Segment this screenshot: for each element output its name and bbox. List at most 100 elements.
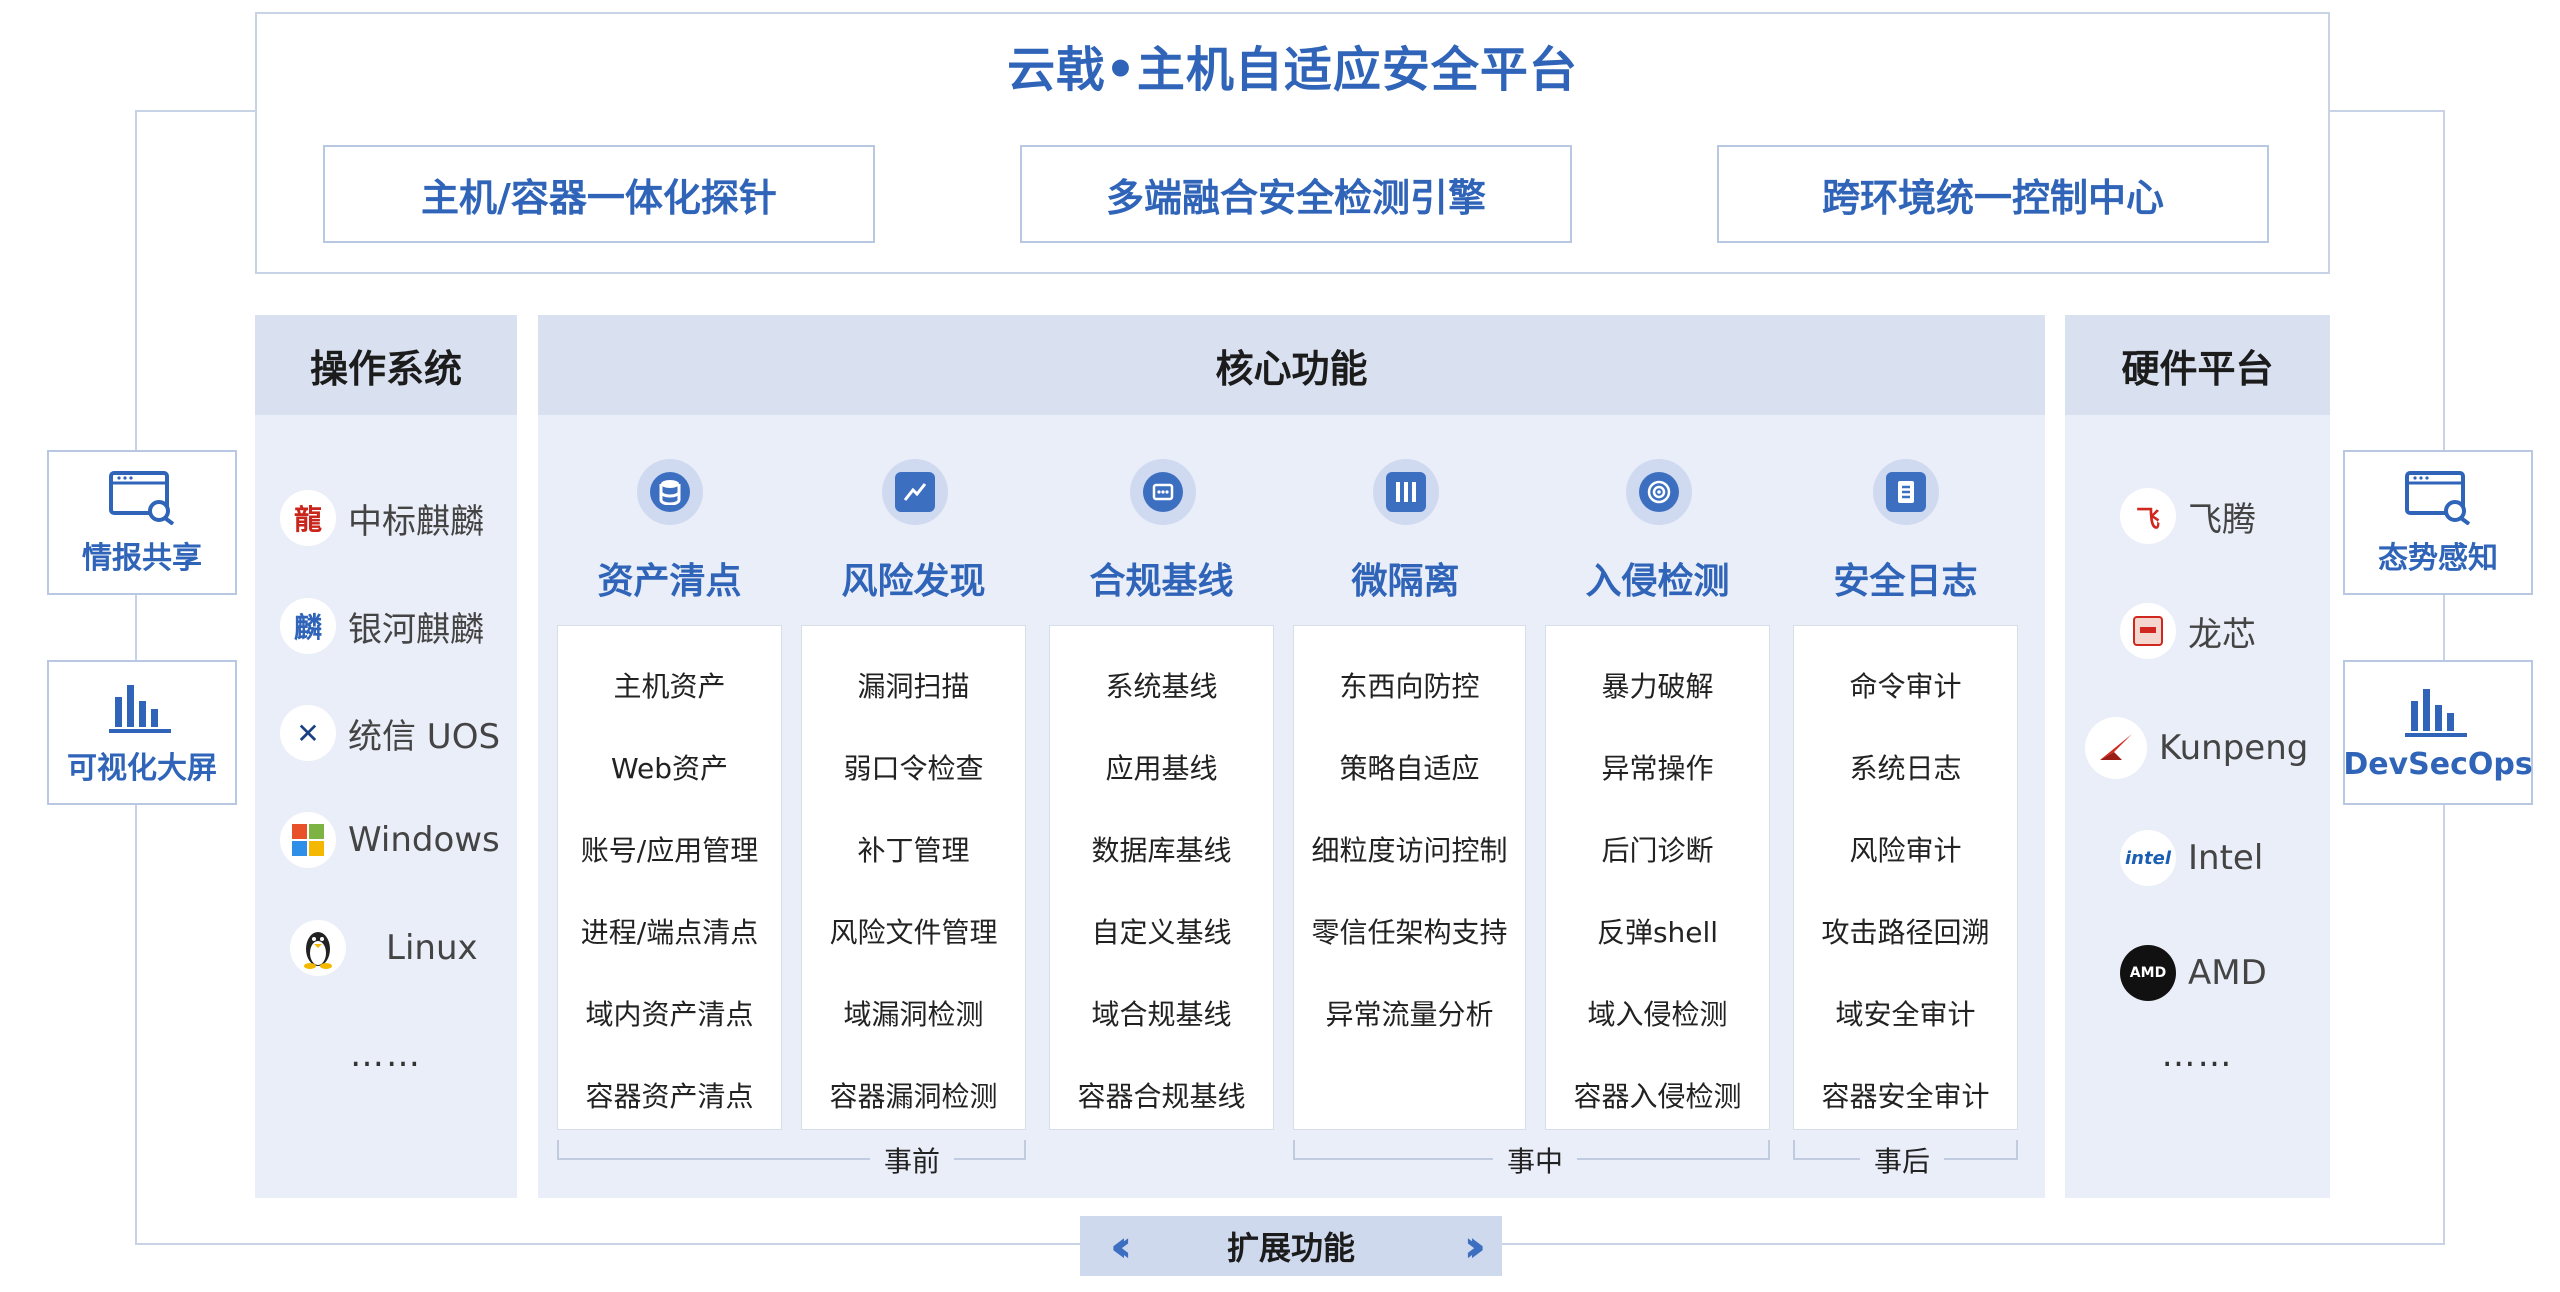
feature-item: 主机资产 (613, 670, 726, 703)
monitor-search-icon (2405, 470, 2471, 525)
intel-sharing-box: 情报共享 (47, 450, 237, 595)
database-icon (637, 459, 703, 525)
uos-logo-icon: ✕ (280, 705, 336, 761)
phase-after-label: 事后 (1860, 1140, 1945, 1180)
hardware-item: Kunpeng (2085, 717, 2308, 779)
hardware-item-label: Kunpeng (2159, 728, 2309, 768)
bar-chart-icon (2405, 689, 2467, 737)
linux-penguin-icon (290, 920, 346, 976)
feature-item: 域内资产清点 (585, 998, 754, 1031)
feature-item: 域入侵检测 (1587, 998, 1728, 1031)
firewall-bars-icon (1373, 459, 1439, 525)
situation-awareness-label: 态势感知 (2378, 540, 2498, 576)
intel-sharing-label: 情报共享 (82, 540, 202, 576)
feature-item: 策略自适应 (1339, 752, 1480, 785)
phase-before-label: 事前 (870, 1140, 955, 1180)
feature-item: 后门诊断 (1601, 834, 1714, 867)
os-item-label: 统信 UOS (348, 716, 501, 757)
intel-logo-icon: intel (2120, 830, 2176, 886)
column-title: 资产清点 (597, 561, 742, 602)
feature-item: 补丁管理 (857, 834, 970, 867)
engine-box: 多端融合安全检测引擎 (1020, 145, 1572, 243)
windows-logo-icon (280, 812, 336, 868)
feature-item: 进程/端点清点 (580, 916, 759, 949)
feature-item: 异常流量分析 (1325, 998, 1494, 1031)
bar-chart-icon (109, 684, 171, 733)
double-chevron-left-icon: ‹‹ (1110, 1220, 1133, 1272)
feature-item: 命令审计 (1849, 670, 1962, 703)
micro-segmentation-card: 东西向防控 策略自适应 细粒度访问控制 零信任架构支持 异常流量分析 (1293, 625, 1526, 1130)
os-item: Linux (290, 920, 478, 976)
feature-item: 域安全审计 (1835, 998, 1976, 1031)
monitor-search-icon (109, 470, 175, 525)
radar-icon (1626, 459, 1692, 525)
os-more: …… (350, 1035, 422, 1075)
column-title: 入侵检测 (1585, 561, 1730, 602)
phase-before-bracket (557, 1140, 1026, 1160)
visual-screen-box: 可视化大屏 (47, 660, 237, 805)
feature-item: 系统基线 (1105, 670, 1218, 703)
os-panel-title: 操作系统 (255, 315, 517, 415)
column-title: 合规基线 (1089, 561, 1234, 602)
feature-item: 应用基线 (1105, 752, 1218, 785)
feature-item: 细粒度访问控制 (1311, 834, 1508, 867)
feature-item: 东西向防控 (1339, 670, 1480, 703)
visual-screen-label: 可视化大屏 (67, 750, 217, 786)
kunpeng-logo-icon (2085, 717, 2147, 779)
os-item: ✕ 统信 UOS (280, 705, 500, 761)
os-item: Windows (280, 812, 500, 868)
extension-label: 扩展功能 (1226, 1229, 1355, 1267)
feature-item: 数据库基线 (1091, 834, 1232, 867)
dragon-logo-icon: 龍 (280, 490, 336, 546)
compliance-baseline-card: 系统基线 应用基线 数据库基线 自定义基线 域合规基线 容器合规基线 (1049, 625, 1274, 1130)
extension-bar: ‹‹ 扩展功能 ›› (1080, 1216, 1502, 1276)
hardware-item: intel Intel (2120, 830, 2263, 886)
hardware-item-label: 龙芯 (2188, 614, 2256, 655)
amd-logo-icon: AMD (2120, 945, 2176, 1001)
feature-item: 零信任架构支持 (1311, 916, 1508, 949)
column-title: 微隔离 (1351, 561, 1460, 602)
double-chevron-right-icon: ›› (1463, 1220, 1487, 1272)
feature-item: 容器资产清点 (585, 1080, 754, 1113)
os-item-label: Windows (348, 820, 500, 860)
probe-box: 主机/容器一体化探针 (323, 145, 875, 243)
phytium-logo-icon: 飞 (2120, 488, 2176, 544)
devsecops-box: DevSecOps (2343, 660, 2533, 805)
feature-item: 自定义基线 (1091, 916, 1232, 949)
feature-item: 异常操作 (1601, 752, 1714, 785)
feature-item: 系统日志 (1849, 752, 1962, 785)
intrusion-detection-card: 暴力破解 异常操作 后门诊断 反弹shell 域入侵检测 容器入侵检测 (1545, 625, 1770, 1130)
feature-item: 漏洞扫描 (857, 670, 970, 703)
feature-item: 容器入侵检测 (1573, 1080, 1742, 1113)
feature-item: Web资产 (610, 752, 729, 785)
hardware-item-label: 飞腾 (2188, 499, 2256, 540)
feature-item: 账号/应用管理 (580, 834, 759, 867)
hardware-item: 飞 飞腾 (2120, 488, 2256, 544)
hardware-item-label: AMD (2188, 953, 2267, 993)
control-center-box: 跨环境统一控制中心 (1717, 145, 2269, 243)
baseline-grid-icon (1130, 459, 1196, 525)
devsecops-label: DevSecOps (2343, 747, 2533, 782)
feature-item: 容器漏洞检测 (829, 1080, 998, 1113)
feature-item: 攻击路径回溯 (1821, 916, 1990, 949)
column-title: 安全日志 (1833, 561, 1978, 602)
feature-item: 弱口令检查 (843, 752, 984, 785)
feature-item: 反弹shell (1596, 916, 1719, 949)
os-item-label: Linux (386, 928, 478, 968)
core-panel-title: 核心功能 (538, 315, 2045, 415)
os-item-label: 银河麒麟 (348, 609, 484, 650)
kylin-logo-icon: 麟 (280, 598, 336, 654)
hardware-item-label: Intel (2188, 838, 2264, 878)
hardware-more: …… (2161, 1035, 2234, 1075)
log-book-icon (1873, 459, 1939, 525)
phase-during-label: 事中 (1493, 1140, 1578, 1180)
os-item: 麟 银河麒麟 (280, 598, 484, 654)
platform-title: 云戟•主机自适应安全平台 (1007, 42, 1578, 98)
security-log-card: 命令审计 系统日志 风险审计 攻击路径回溯 域安全审计 容器安全审计 (1793, 625, 2018, 1130)
situation-awareness-box: 态势感知 (2343, 450, 2533, 595)
feature-item: 容器合规基线 (1077, 1080, 1246, 1113)
risk-discovery-card: 漏洞扫描 弱口令检查 补丁管理 风险文件管理 域漏洞检测 容器漏洞检测 (801, 625, 1026, 1130)
loongson-chip-icon (2120, 603, 2176, 659)
feature-item: 容器安全审计 (1821, 1080, 1990, 1113)
hardware-panel-title: 硬件平台 (2065, 315, 2330, 415)
